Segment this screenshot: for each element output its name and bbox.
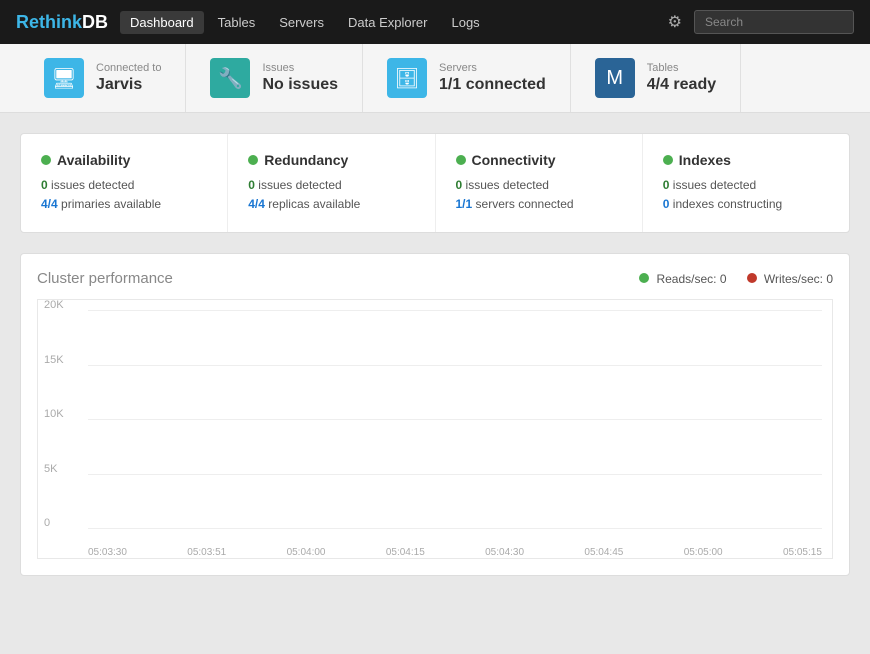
connected-value: Jarvis <box>96 76 161 94</box>
tables-value: 4/4 ready <box>647 76 716 94</box>
brand-logo[interactable]: RethinkDB <box>16 12 108 33</box>
legend-writes: Writes/sec: 0 <box>747 272 833 286</box>
brand-rethink: Rethink <box>16 12 82 32</box>
redundancy-stats: 0 issues detected 4/4 replicas available <box>248 176 414 214</box>
health-panel: Availability 0 issues detected 4/4 prima… <box>20 133 850 233</box>
tables-label: Tables <box>647 62 716 74</box>
y-label-5k: 5K <box>44 463 57 475</box>
status-issues-text: Issues No issues <box>262 62 338 94</box>
nav-data-explorer[interactable]: Data Explorer <box>338 11 437 34</box>
grid-0: 0 <box>88 528 822 529</box>
connectivity-title: Connectivity <box>456 152 622 168</box>
health-connectivity: Connectivity 0 issues detected 1/1 serve… <box>436 134 643 232</box>
connectivity-dot <box>456 155 466 165</box>
grid-5k: 5K <box>88 474 822 475</box>
nav-servers[interactable]: Servers <box>269 11 334 34</box>
redundancy-dot <box>248 155 258 165</box>
servers-icon: 🗄 <box>387 58 427 98</box>
servers-label: Servers <box>439 62 546 74</box>
status-tables-text: Tables 4/4 ready <box>647 62 716 94</box>
availability-title: Availability <box>41 152 207 168</box>
status-connected: 🖥 Connected to Jarvis <box>20 44 186 112</box>
perf-title: Cluster performance <box>37 270 173 287</box>
writes-dot <box>747 273 757 283</box>
servers-value: 1/1 connected <box>439 76 546 94</box>
perf-header: Cluster performance Reads/sec: 0 Writes/… <box>37 270 833 287</box>
grid-10k: 10K <box>88 419 822 420</box>
x-label-6: 05:05:00 <box>684 547 723 558</box>
status-bar: 🖥 Connected to Jarvis 🔧 Issues No issues… <box>0 44 870 113</box>
y-label-10k: 10K <box>44 408 64 420</box>
status-tables: M Tables 4/4 ready <box>571 44 741 112</box>
indexes-title: Indexes <box>663 152 829 168</box>
status-servers-text: Servers 1/1 connected <box>439 62 546 94</box>
x-label-1: 05:03:51 <box>187 547 226 558</box>
brand-db: DB <box>82 12 108 32</box>
reads-dot <box>639 273 649 283</box>
legend-reads: Reads/sec: 0 <box>639 272 726 286</box>
connected-label: Connected to <box>96 62 161 74</box>
x-label-3: 05:04:15 <box>386 547 425 558</box>
indexes-stats: 0 issues detected 0 indexes constructing <box>663 176 829 214</box>
indexes-dot <box>663 155 673 165</box>
connected-icon: 🖥 <box>44 58 84 98</box>
x-label-2: 05:04:00 <box>287 547 326 558</box>
x-axis: 05:03:30 05:03:51 05:04:00 05:04:15 05:0… <box>88 547 822 558</box>
issues-icon: 🔧 <box>210 58 250 98</box>
performance-panel: Cluster performance Reads/sec: 0 Writes/… <box>20 253 850 576</box>
nav-tables[interactable]: Tables <box>208 11 266 34</box>
redundancy-title: Redundancy <box>248 152 414 168</box>
issues-label: Issues <box>262 62 338 74</box>
health-indexes: Indexes 0 issues detected 0 indexes cons… <box>643 134 849 232</box>
nav-logs[interactable]: Logs <box>441 11 489 34</box>
status-connected-text: Connected to Jarvis <box>96 62 161 94</box>
nav-dashboard[interactable]: Dashboard <box>120 11 204 34</box>
perf-legend: Reads/sec: 0 Writes/sec: 0 <box>639 272 833 286</box>
chart-grid: 20K 15K 10K 5K 0 <box>88 310 822 528</box>
main-content: Availability 0 issues detected 4/4 prima… <box>0 113 870 596</box>
health-redundancy: Redundancy 0 issues detected 4/4 replica… <box>228 134 435 232</box>
navbar: RethinkDB Dashboard Tables Servers Data … <box>0 0 870 44</box>
status-servers: 🗄 Servers 1/1 connected <box>363 44 571 112</box>
y-label-20k: 20K <box>44 299 64 311</box>
issues-value: No issues <box>262 76 338 94</box>
x-label-5: 05:04:45 <box>584 547 623 558</box>
search-input[interactable] <box>694 10 854 34</box>
connectivity-stats: 0 issues detected 1/1 servers connected <box>456 176 622 214</box>
x-label-4: 05:04:30 <box>485 547 524 558</box>
x-label-0: 05:03:30 <box>88 547 127 558</box>
x-label-7: 05:05:15 <box>783 547 822 558</box>
chart-container: 20K 15K 10K 5K 0 05:03:30 05:03:51 <box>37 299 833 559</box>
y-label-0: 0 <box>44 517 50 529</box>
y-label-15k: 15K <box>44 354 64 366</box>
availability-stats: 0 issues detected 4/4 primaries availabl… <box>41 176 207 214</box>
availability-dot <box>41 155 51 165</box>
grid-15k: 15K <box>88 365 822 366</box>
tables-icon: M <box>595 58 635 98</box>
grid-20k: 20K <box>88 310 822 311</box>
health-availability: Availability 0 issues detected 4/4 prima… <box>21 134 228 232</box>
settings-icon[interactable]: ⚙ <box>660 8 690 36</box>
status-issues: 🔧 Issues No issues <box>186 44 363 112</box>
